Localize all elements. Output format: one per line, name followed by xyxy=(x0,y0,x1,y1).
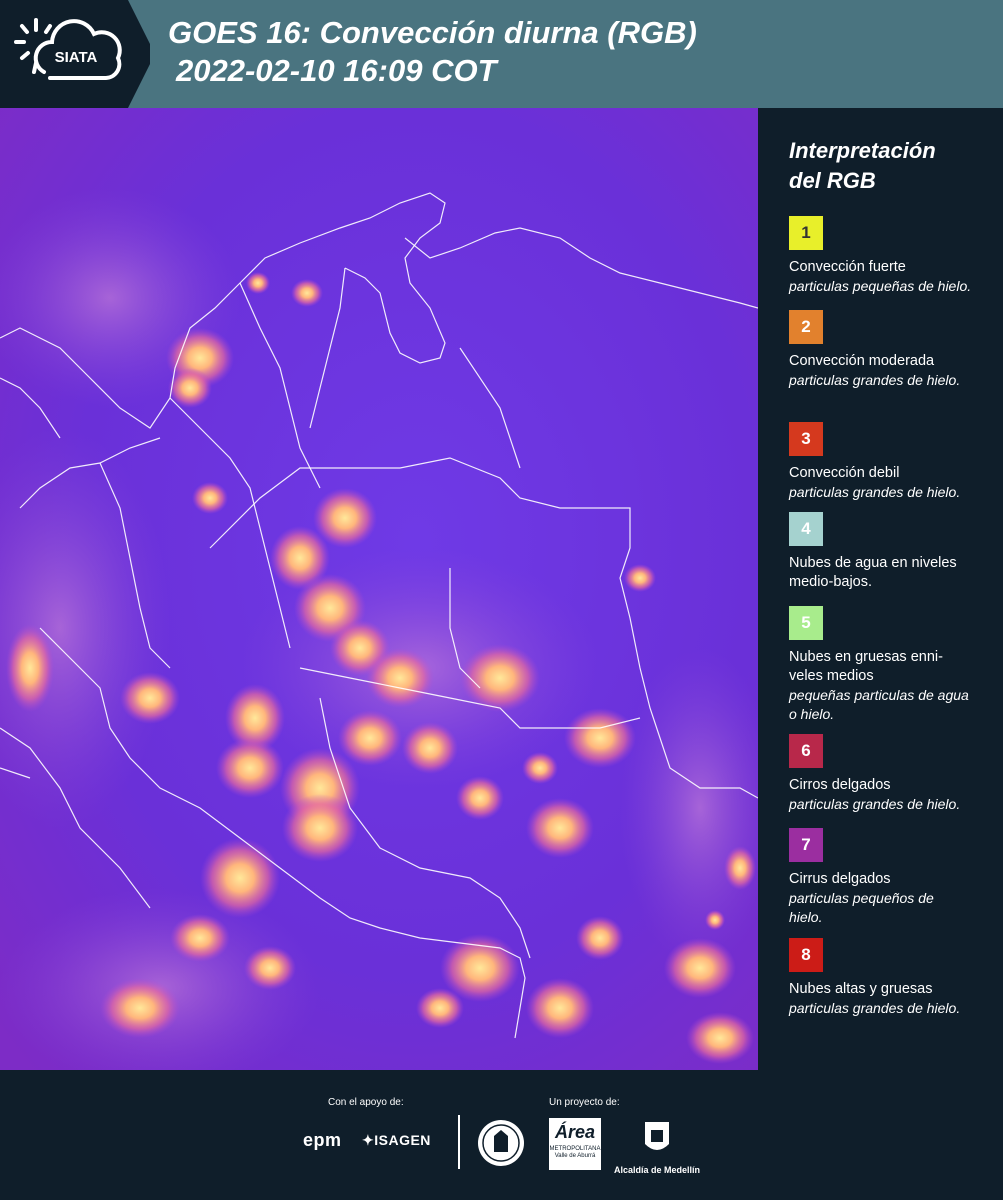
legend-swatch: 5 xyxy=(789,606,823,640)
epm-logo: epm xyxy=(303,1130,342,1150)
footer: Con el apoyo de: Un proyecto de: epm ✦IS… xyxy=(0,1070,1003,1200)
legend-item-desc: pequeñas particulas de agua o hielo. xyxy=(789,687,969,722)
legend-item-5: 5 Nubes en gruesas enni-veles medios peq… xyxy=(789,606,969,724)
legend-item-name: Convección debil xyxy=(789,465,900,481)
legend-item-name: Convección fuerte xyxy=(789,259,906,275)
page-title: GOES 16: Convección diurna (RGB) 2022-02… xyxy=(168,14,697,90)
legend-swatch: 2 xyxy=(789,310,823,344)
legend-item-name: Nubes en gruesas enni-veles medios xyxy=(789,649,943,684)
legend-panel: Interpretación del RGB 1 Convección fuer… xyxy=(758,108,1003,1070)
map-image xyxy=(0,108,758,1070)
legend-item-desc: particulas pequeñas de hielo. xyxy=(789,278,972,294)
alcaldia-text: Alcaldía de Medellín xyxy=(613,1165,701,1175)
legend-swatch: 7 xyxy=(789,828,823,862)
legend-swatch: 6 xyxy=(789,734,823,768)
legend-item-4: 4 Nubes de agua en niveles medio-bajos. xyxy=(789,512,959,592)
siata-logo: SIATA xyxy=(0,0,150,108)
legend-item-2: 2 Convección moderada particulas grandes… xyxy=(789,310,989,390)
sun-cloud-icon: SIATA xyxy=(14,18,122,80)
area-logo-text: Área xyxy=(554,1122,596,1142)
title-line-1: GOES 16: Convección diurna (RGB) xyxy=(168,15,697,50)
area-metropolitana-logo: Área METROPOLITANA Valle de Aburrá xyxy=(549,1118,601,1170)
legend-title: Interpretación del RGB xyxy=(789,136,936,196)
legend-item-7: 7 Cirrus delgados particulas pequeños de… xyxy=(789,828,969,927)
legend-swatch: 4 xyxy=(789,512,823,546)
header-bar: SIATA GOES 16: Convección diurna (RGB) 2… xyxy=(0,0,1003,108)
legend-title-line-1: Interpretación xyxy=(789,138,936,163)
project-label: Un proyecto de: xyxy=(549,1097,620,1108)
isagen-star-icon: ✦ xyxy=(362,1132,375,1148)
legend-item-name: Cirros delgados xyxy=(789,777,891,793)
legend-swatch: 1 xyxy=(789,216,823,250)
legend-item-desc: particulas grandes de hielo. xyxy=(789,796,961,812)
legend-swatch: 8 xyxy=(789,938,823,972)
legend-item-desc: particulas pequeños de hielo. xyxy=(789,890,934,925)
legend-item-name: Convección moderada xyxy=(789,353,935,369)
isagen-text: ISAGEN xyxy=(374,1132,431,1148)
coat-of-arms-icon xyxy=(645,1122,669,1150)
area-logo-subtext: METROPOLITANA Valle de Aburrá xyxy=(549,1146,601,1159)
legend-title-line-2: del RGB xyxy=(789,168,876,193)
support-label: Con el apoyo de: xyxy=(328,1097,404,1108)
alcaldia-logo: Alcaldía de Medellín xyxy=(612,1120,702,1175)
legend-item-3: 3 Convección debil particulas grandes de… xyxy=(789,422,989,502)
legend-item-desc: particulas grandes de hielo. xyxy=(789,484,961,500)
legend-item-1: 1 Convección fuerte particulas pequeñas … xyxy=(789,216,989,296)
isagen-logo: ✦ISAGEN xyxy=(362,1132,431,1149)
footer-divider xyxy=(458,1115,460,1169)
title-line-2: 2022-02-10 16:09 COT xyxy=(176,53,497,88)
legend-item-desc: particulas grandes de hielo. xyxy=(789,372,961,388)
legend-item-desc: particulas grandes de hielo. xyxy=(789,1000,961,1016)
svg-text:SIATA: SIATA xyxy=(55,49,98,66)
legend-item-8: 8 Nubes altas y gruesas particulas grand… xyxy=(789,938,969,1018)
medellin-seal-icon xyxy=(478,1120,524,1166)
legend-item-6: 6 Cirros delgados particulas grandes de … xyxy=(789,734,989,814)
legend-swatch: 3 xyxy=(789,422,823,456)
satellite-map xyxy=(0,108,758,1070)
legend-item-name: Nubes altas y gruesas xyxy=(789,981,933,997)
legend-item-name: Cirrus delgados xyxy=(789,871,891,887)
legend-item-name: Nubes de agua en niveles medio-bajos. xyxy=(789,555,957,590)
